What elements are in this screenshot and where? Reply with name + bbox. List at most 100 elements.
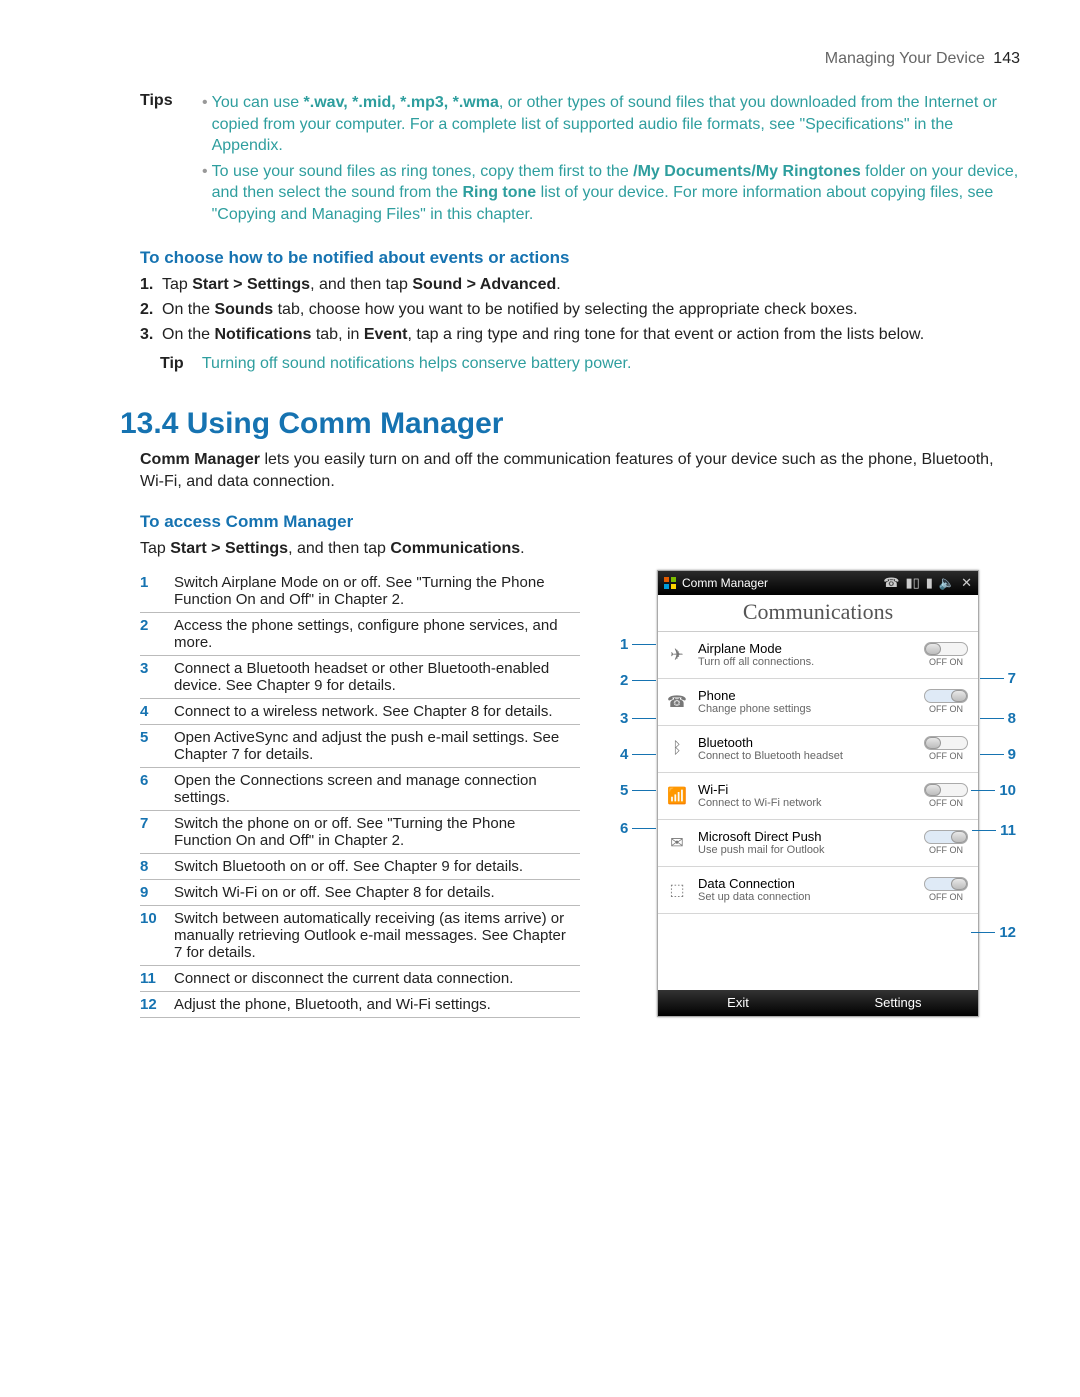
toggle-label: OFF ON: [922, 704, 970, 714]
row-text: Switch between automatically receiving (…: [174, 905, 580, 965]
comm-item-title: Microsoft Direct Push: [698, 829, 916, 844]
comm-item[interactable]: 📶 Wi-FiConnect to Wi-Fi network OFF ON: [658, 773, 978, 820]
phone-titlebar: Comm Manager ☎ ▮▯ ▮ 🔈 ✕: [658, 571, 978, 595]
comm-item-icon: ᛒ: [666, 740, 688, 758]
softkey-left[interactable]: Exit: [658, 990, 818, 1016]
comm-item-subtitle: Set up data connection: [698, 891, 916, 903]
comm-item[interactable]: ✈Airplane ModeTurn off all connections.O…: [658, 632, 978, 679]
row-text: Connect to a wireless network. See Chapt…: [174, 698, 580, 724]
toggle-switch[interactable]: OFF ON: [922, 783, 970, 808]
table-row: 12Adjust the phone, Bluetooth, and Wi-Fi…: [140, 991, 580, 1017]
callout-right: 9: [976, 746, 1016, 763]
comm-item-subtitle: Turn off all connections.: [698, 656, 916, 668]
tips-block: Tips You can use *.wav, *.mid, *.mp3, *.…: [60, 92, 1020, 230]
document-page: Managing Your Device 143 Tips You can us…: [0, 0, 1080, 1078]
callout-right: 11: [968, 822, 1016, 839]
step: 3. On the Notifications tab, in Event, t…: [160, 324, 1020, 346]
intro-paragraph: Comm Manager lets you easily turn on and…: [140, 449, 1020, 494]
comm-item-icon: ⬚: [666, 880, 688, 900]
antenna-icon: ▮: [926, 575, 933, 591]
table-row: 8Switch Bluetooth on or off. See Chapter…: [140, 853, 580, 879]
table-row: 11Connect or disconnect the current data…: [140, 965, 580, 991]
row-number: 7: [140, 810, 174, 853]
screen-title: Communications: [658, 595, 978, 632]
comm-item-title: Data Connection: [698, 876, 916, 891]
two-column-area: 1 Switch Airplane Mode on or off. See "Tu…: [60, 570, 1020, 1018]
windows-icon: [664, 577, 676, 589]
toggle-label: OFF ON: [922, 751, 970, 761]
comm-item-title: Wi-Fi: [698, 782, 916, 797]
step: 1. Tap Start > Settings, and then tap So…: [160, 274, 1020, 296]
toggle-switch[interactable]: OFF ON: [922, 830, 970, 855]
callout-left: 1: [620, 636, 660, 653]
row-number: 12: [140, 991, 174, 1017]
comm-item[interactable]: ✉ Microsoft Direct PushUse push mail for …: [658, 820, 978, 867]
row-text: Open the Connections screen and manage c…: [174, 767, 580, 810]
tips-label: Tips: [140, 92, 202, 230]
row-number: 3: [140, 655, 174, 698]
subheading-access: To access Comm Manager: [60, 512, 1020, 532]
toggle-switch[interactable]: OFF ON: [922, 877, 970, 902]
subheading-notify: To choose how to be notified about event…: [60, 248, 1020, 268]
comm-item[interactable]: ⬚ Data ConnectionSet up data connection OF…: [658, 867, 978, 914]
row-text: Connect a Bluetooth headset or other Blu…: [174, 655, 580, 698]
tip-bullet: You can use *.wav, *.mid, *.mp3, *.wma, …: [202, 92, 1020, 157]
comm-item-title: Phone: [698, 688, 916, 703]
row-number: 8: [140, 853, 174, 879]
comm-item-icon: ☎: [666, 692, 688, 712]
row-text: Switch Bluetooth on or off. See Chapter …: [174, 853, 580, 879]
steps-list: 1. Tap Start > Settings, and then tap So…: [60, 274, 1020, 347]
callout-right: 7: [976, 670, 1016, 687]
toggle-label: OFF ON: [922, 798, 970, 808]
phone-screenshot: Comm Manager ☎ ▮▯ ▮ 🔈 ✕ Communications ✈…: [657, 570, 979, 1017]
row-number: 9: [140, 879, 174, 905]
callout-left: 5: [620, 782, 660, 799]
phone-status-icon: ☎: [883, 575, 899, 591]
toggle-switch[interactable]: OFF ON: [922, 736, 970, 761]
comm-item[interactable]: ☎PhoneChange phone settingsOFF ON: [658, 679, 978, 726]
comm-item-icon: ✈: [666, 645, 688, 665]
row-text: Switch Airplane Mode on or off. See "Tur…: [174, 570, 580, 613]
comm-item-subtitle: Use push mail for Outlook: [698, 844, 916, 856]
callout-right: 8: [976, 710, 1016, 727]
chapter-name: Managing Your Device: [825, 50, 985, 67]
callout-left: 3: [620, 710, 660, 727]
row-number: 6: [140, 767, 174, 810]
table-row: 5Open ActiveSync and adjust the push e-m…: [140, 724, 580, 767]
comm-item-icon: ✉: [666, 833, 688, 853]
screenshot-figure: 123456789101112 Comm Manager ☎ ▮▯ ▮ 🔈 ✕ …: [616, 570, 1020, 1017]
toggle-switch[interactable]: OFF ON: [922, 689, 970, 714]
callout-right: 12: [967, 924, 1016, 941]
callout-left: 2: [620, 672, 660, 689]
table-row: 1Switch Airplane Mode on or off. See "Tu…: [140, 570, 580, 613]
tips-body: You can use *.wav, *.mid, *.mp3, *.wma, …: [202, 92, 1020, 230]
signal-icon: ▮▯: [905, 575, 919, 591]
comm-item[interactable]: ᛒBluetoothConnect to Bluetooth headsetOF…: [658, 726, 978, 773]
comm-item-title: Bluetooth: [698, 735, 916, 750]
row-text: Open ActiveSync and adjust the push e-ma…: [174, 724, 580, 767]
comm-item-icon: 📶: [666, 786, 688, 806]
row-text: Connect or disconnect the current data c…: [174, 965, 580, 991]
tip-text: Turning off sound notifications helps co…: [202, 355, 632, 372]
row-number: 11: [140, 965, 174, 991]
section-heading: 13.4 Using Comm Manager: [120, 407, 1020, 441]
softkey-right[interactable]: Settings: [818, 990, 978, 1016]
phone-empty-area: [658, 914, 978, 990]
row-number: 10: [140, 905, 174, 965]
callout-left: 4: [620, 746, 660, 763]
table-row: 2Access the phone settings, configure ph…: [140, 612, 580, 655]
comm-item-subtitle: Connect to Wi-Fi network: [698, 797, 916, 809]
titlebar-text: Comm Manager: [682, 576, 768, 590]
inline-tip: Tip Turning off sound notifications help…: [60, 355, 1020, 373]
comm-list: ✈Airplane ModeTurn off all connections.O…: [658, 632, 978, 914]
table-row: 9Switch Wi-Fi on or off. See Chapter 8 f…: [140, 879, 580, 905]
row-number: 4: [140, 698, 174, 724]
table-row: 7Switch the phone on or off. See "Turnin…: [140, 810, 580, 853]
access-line: Tap Start > Settings, and then tap Commu…: [140, 538, 1020, 560]
row-text: Switch Wi-Fi on or off. See Chapter 8 fo…: [174, 879, 580, 905]
toggle-label: OFF ON: [922, 845, 970, 855]
toggle-label: OFF ON: [922, 892, 970, 902]
toggle-label: OFF ON: [922, 657, 970, 667]
row-text: Switch the phone on or off. See "Turning…: [174, 810, 580, 853]
toggle-switch[interactable]: OFF ON: [922, 642, 970, 667]
